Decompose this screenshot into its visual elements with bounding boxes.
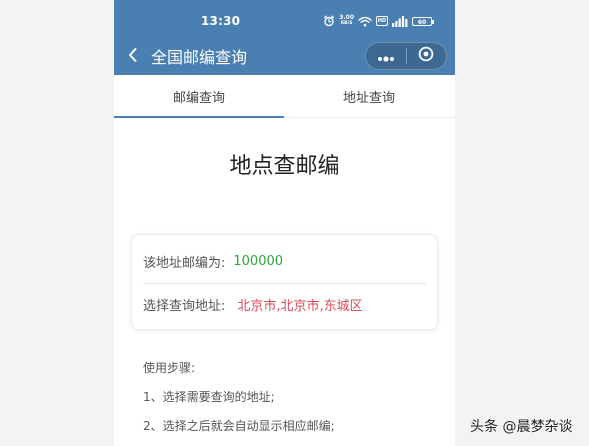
hd-badge: HD xyxy=(376,16,388,26)
tab-postcode-query[interactable]: 邮编查询 xyxy=(114,75,284,118)
close-button[interactable] xyxy=(406,43,446,69)
address-label: 选择查询地址: xyxy=(143,299,226,314)
mini-program-capsule xyxy=(365,42,447,70)
tab-bar: 邮编查询 地址查询 xyxy=(114,75,455,118)
phone-screen: 13:30 3.00 KB/S HD 60 全国邮编查询 邮编查询 地址查询 地… xyxy=(114,0,455,446)
battery-icon: 60 xyxy=(412,16,434,26)
more-button[interactable] xyxy=(366,43,406,69)
postcode-value: 100000 xyxy=(233,254,284,269)
address-row[interactable]: 选择查询地址: 北京市,北京市,东城区 xyxy=(143,293,426,316)
card-divider xyxy=(143,283,426,284)
alarm-icon xyxy=(323,15,335,27)
status-icons: 3.00 KB/S HD 60 xyxy=(323,14,434,28)
more-dots-icon xyxy=(377,47,395,66)
wifi-icon xyxy=(358,16,372,27)
battery-level: 60 xyxy=(417,18,427,26)
usage-steps: 使用步骤: 1、选择需要查询的地址; 2、选择之后就会自动显示相应邮编; xyxy=(143,353,433,440)
steps-heading: 使用步骤: xyxy=(143,360,196,375)
postcode-row: 该地址邮编为: 100000 xyxy=(143,250,426,273)
page-title: 地点查邮编 xyxy=(229,154,340,179)
target-close-icon xyxy=(418,46,434,66)
nav-title: 全国邮编查询 xyxy=(151,48,248,67)
status-time: 13:30 xyxy=(201,14,241,28)
step-two: 2、选择之后就会自动显示相应邮编; xyxy=(143,418,335,433)
tab-postcode-query-label: 邮编查询 xyxy=(172,90,225,106)
signal-icon xyxy=(392,15,408,27)
chevron-left-icon xyxy=(127,47,139,67)
step-one: 1、选择需要查询的地址; xyxy=(143,389,275,404)
watermark: 头条 @晨梦杂谈 xyxy=(470,419,573,435)
net-speed-unit: KB/S xyxy=(340,20,353,26)
status-bar: 13:30 3.00 KB/S HD 60 xyxy=(114,0,455,40)
result-card: 该地址邮编为: 100000 选择查询地址: 北京市,北京市,东城区 xyxy=(131,234,438,330)
tab-address-query[interactable]: 地址查询 xyxy=(284,75,454,117)
tab-address-query-label: 地址查询 xyxy=(342,90,395,106)
postcode-label: 该地址邮编为: xyxy=(143,256,226,271)
nav-bar: 全国邮编查询 xyxy=(114,40,455,75)
back-button[interactable] xyxy=(122,46,144,68)
net-speed: 3.00 KB/S xyxy=(339,14,354,27)
address-value[interactable]: 北京市,北京市,东城区 xyxy=(237,295,362,314)
